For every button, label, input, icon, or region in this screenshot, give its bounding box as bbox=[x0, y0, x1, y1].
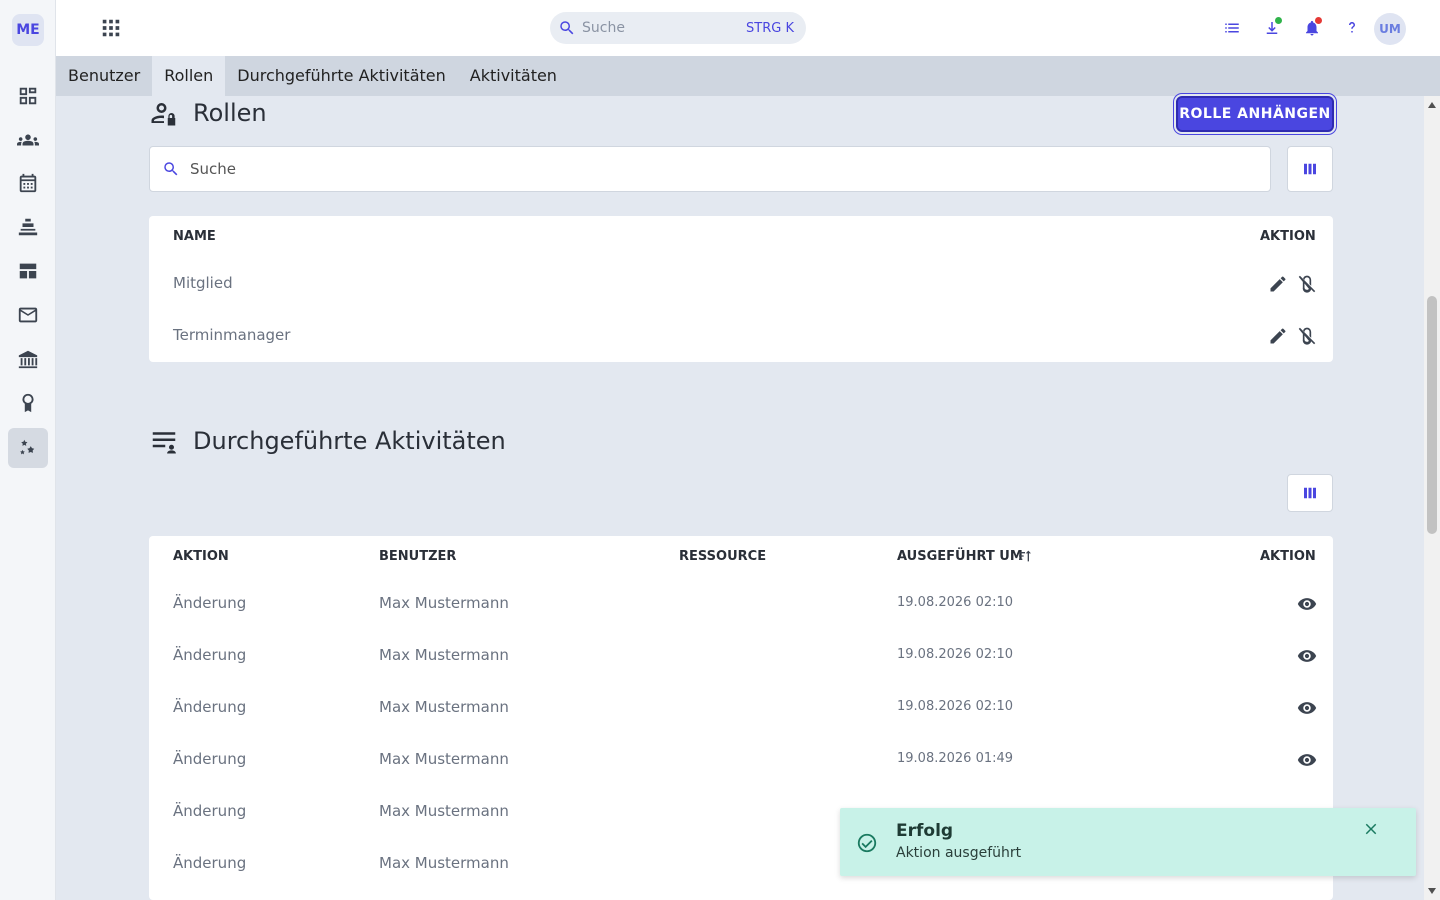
scroll-down-arrow[interactable] bbox=[1428, 888, 1436, 894]
role-name: Mitglied bbox=[173, 274, 233, 292]
help-icon[interactable] bbox=[1340, 16, 1364, 40]
view-icon[interactable] bbox=[1297, 698, 1317, 718]
apps-grid-icon[interactable] bbox=[100, 17, 122, 39]
activity-action: Änderung bbox=[173, 750, 247, 768]
app-logo[interactable]: ME bbox=[12, 14, 44, 46]
user-avatar[interactable]: UM bbox=[1374, 13, 1406, 45]
activity-executed-at: 19.08.2026 02:10 bbox=[897, 647, 1014, 662]
activity-user: Max Mustermann bbox=[379, 646, 509, 664]
task-list-icon[interactable] bbox=[1220, 16, 1244, 40]
attach-role-button[interactable]: ROLLE ANHÄNGEN bbox=[1176, 96, 1334, 132]
roles-table: NAME AKTION Mitglied Terminmanager bbox=[149, 216, 1333, 362]
activity-list-icon bbox=[152, 432, 176, 454]
roles-search-input[interactable] bbox=[190, 160, 1188, 178]
detach-icon[interactable] bbox=[1297, 326, 1317, 346]
activity-user: Max Mustermann bbox=[379, 594, 509, 612]
column-header-action[interactable]: AKTION bbox=[173, 549, 229, 564]
activities-section-title: Durchgeführte Aktivitäten bbox=[149, 424, 506, 458]
activity-user: Max Mustermann bbox=[379, 698, 509, 716]
column-header-user[interactable]: BENUTZER bbox=[379, 549, 456, 564]
global-search[interactable]: Suche STRG K bbox=[550, 12, 806, 44]
activity-action: Änderung bbox=[173, 698, 247, 716]
tab-rollen[interactable]: Rollen bbox=[152, 56, 226, 96]
activities-columns-button[interactable] bbox=[1287, 474, 1333, 512]
award-icon[interactable] bbox=[8, 383, 48, 423]
view-column-icon bbox=[1304, 163, 1316, 175]
check-circle-icon bbox=[856, 832, 878, 854]
sort-ascending-icon[interactable] bbox=[1017, 548, 1033, 564]
role-name: Terminmanager bbox=[173, 326, 291, 344]
tab-durchgefuehrte-aktivitaeten[interactable]: Durchgeführte Aktivitäten bbox=[225, 56, 458, 96]
column-header-action-2: AKTION bbox=[1260, 549, 1316, 564]
column-header-action: AKTION bbox=[1260, 229, 1316, 244]
edit-icon[interactable] bbox=[1268, 274, 1288, 294]
download-icon[interactable] bbox=[1260, 16, 1284, 40]
activity-action: Änderung bbox=[173, 802, 247, 820]
activity-action: Änderung bbox=[173, 854, 247, 872]
activity-action: Änderung bbox=[173, 594, 247, 612]
toast-title: Erfolg bbox=[896, 821, 954, 841]
sidebar: ME bbox=[0, 0, 56, 900]
settings-icon[interactable] bbox=[8, 428, 48, 468]
roles-columns-button[interactable] bbox=[1287, 146, 1333, 192]
column-header-resource[interactable]: RESSOURCE bbox=[679, 549, 766, 564]
dashboard-icon[interactable] bbox=[8, 76, 48, 116]
groups-icon[interactable] bbox=[8, 120, 48, 160]
activity-executed-at: 19.08.2026 02:10 bbox=[897, 595, 1014, 610]
edit-icon[interactable] bbox=[1268, 326, 1288, 346]
activity-executed-at: 19.08.2026 01:49 bbox=[897, 751, 1014, 766]
view-column-icon bbox=[1304, 487, 1316, 499]
column-header-name[interactable]: NAME bbox=[173, 229, 216, 244]
roles-search bbox=[149, 146, 1271, 192]
detach-icon[interactable] bbox=[1297, 274, 1317, 294]
activity-user: Max Mustermann bbox=[379, 854, 509, 872]
top-bar: Suche STRG K UM bbox=[56, 0, 1440, 56]
scroll-thumb[interactable] bbox=[1427, 296, 1437, 534]
building-icon[interactable] bbox=[8, 339, 48, 379]
activities-title: Durchgeführte Aktivitäten bbox=[193, 427, 506, 455]
search-icon bbox=[560, 21, 574, 35]
mail-icon[interactable] bbox=[8, 295, 48, 335]
calendar-icon[interactable] bbox=[8, 163, 48, 203]
global-search-placeholder: Suche bbox=[582, 20, 625, 36]
tab-aktivitaeten[interactable]: Aktivitäten bbox=[458, 56, 569, 96]
activity-user: Max Mustermann bbox=[379, 750, 509, 768]
page-scrollbar[interactable] bbox=[1424, 96, 1440, 900]
view-icon[interactable] bbox=[1297, 750, 1317, 770]
view-icon[interactable] bbox=[1297, 646, 1317, 666]
search-shortcut: STRG K bbox=[746, 20, 794, 36]
roles-section-title: Rollen bbox=[149, 96, 267, 130]
tab-benutzer[interactable]: Benutzer bbox=[56, 56, 152, 96]
success-toast: Erfolg Aktion ausgeführt bbox=[840, 808, 1416, 876]
notifications-icon[interactable] bbox=[1300, 16, 1324, 40]
search-icon bbox=[164, 162, 178, 176]
close-icon[interactable] bbox=[1362, 820, 1382, 840]
view-icon[interactable] bbox=[1297, 594, 1317, 614]
scroll-up-arrow[interactable] bbox=[1428, 102, 1436, 108]
training-icon[interactable] bbox=[8, 207, 48, 247]
tab-bar: Benutzer Rollen Durchgeführte Aktivitäte… bbox=[56, 56, 1440, 96]
column-header-executed-at[interactable]: AUSGEFÜHRT UM bbox=[897, 549, 1023, 564]
user-lock-icon bbox=[151, 103, 176, 126]
roles-title: Rollen bbox=[193, 99, 267, 127]
toast-message: Aktion ausgeführt bbox=[896, 845, 1022, 861]
table-icon[interactable] bbox=[8, 251, 48, 291]
activity-action: Änderung bbox=[173, 646, 247, 664]
activity-user: Max Mustermann bbox=[379, 802, 509, 820]
activity-executed-at: 19.08.2026 02:10 bbox=[897, 699, 1014, 714]
